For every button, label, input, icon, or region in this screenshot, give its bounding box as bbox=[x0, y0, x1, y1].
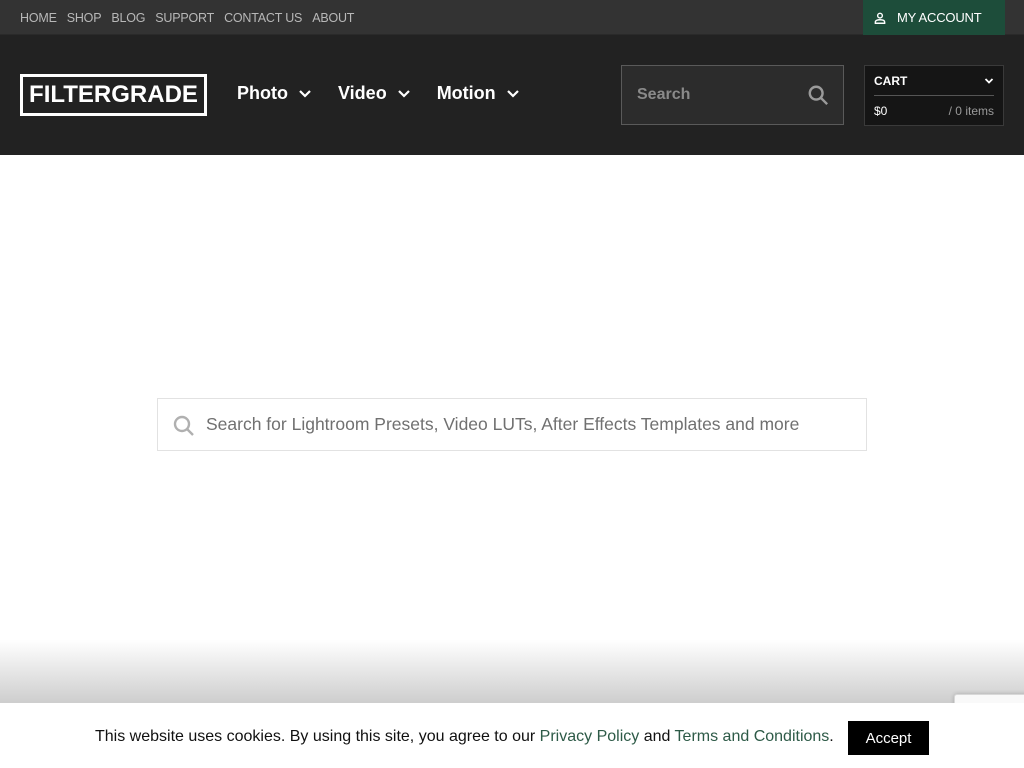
banner-shadow bbox=[0, 640, 1024, 703]
header-search-input[interactable] bbox=[622, 66, 792, 124]
filtergrade-logo[interactable]: FILTERGRADE bbox=[20, 74, 207, 116]
cookie-message: This website uses cookies. By using this… bbox=[95, 728, 834, 746]
main-header: FILTERGRADE Photo Video Motion CART $0 /… bbox=[0, 35, 1024, 155]
my-account-label: MY ACCOUNT bbox=[897, 10, 982, 25]
cart-total: $0 bbox=[874, 103, 888, 118]
nav-motion[interactable]: Motion bbox=[437, 83, 520, 104]
main-search-box bbox=[157, 398, 867, 451]
search-icon[interactable] bbox=[807, 84, 829, 106]
chevron-down-icon bbox=[397, 89, 410, 98]
my-account-button[interactable]: MY ACCOUNT bbox=[863, 0, 1005, 35]
cart-summary: $0 / 0 items bbox=[874, 96, 994, 125]
user-icon bbox=[874, 12, 886, 24]
cookie-text-after: . bbox=[829, 728, 834, 745]
cookie-text-before: This website uses cookies. By using this… bbox=[95, 728, 540, 745]
chevron-down-icon bbox=[299, 89, 311, 98]
top-links: HOME SHOP BLOG SUPPORT CONTACT US ABOUT bbox=[20, 0, 354, 35]
top-link-home[interactable]: HOME bbox=[20, 11, 57, 25]
accept-cookies-button[interactable]: Accept bbox=[848, 721, 929, 755]
top-link-blog[interactable]: BLOG bbox=[111, 11, 145, 25]
nav-motion-label: Motion bbox=[436, 83, 496, 103]
top-link-about[interactable]: ABOUT bbox=[312, 11, 354, 25]
top-link-support[interactable]: SUPPORT bbox=[155, 11, 214, 25]
chevron-down-icon bbox=[506, 89, 519, 98]
cookie-banner: This website uses cookies. By using this… bbox=[0, 703, 1024, 768]
cart-item-count: / 0 items bbox=[948, 103, 994, 118]
nav-photo[interactable]: Photo bbox=[237, 83, 312, 104]
terms-link[interactable]: Terms and Conditions bbox=[675, 728, 830, 745]
nav-video-label: Video bbox=[338, 83, 387, 103]
top-bar: HOME SHOP BLOG SUPPORT CONTACT US ABOUT … bbox=[0, 0, 1024, 35]
privacy-policy-link[interactable]: Privacy Policy bbox=[540, 728, 640, 745]
header-search bbox=[621, 65, 844, 125]
chevron-down-icon[interactable] bbox=[984, 76, 994, 86]
main-nav: Photo Video Motion bbox=[237, 83, 520, 104]
search-icon bbox=[173, 415, 194, 436]
top-link-contact-us[interactable]: CONTACT US bbox=[224, 11, 302, 25]
cart-label: CART bbox=[874, 73, 908, 88]
cookie-text-mid: and bbox=[639, 728, 675, 745]
main-search-input[interactable] bbox=[206, 399, 856, 450]
cart-header: CART bbox=[874, 66, 994, 96]
cart-widget[interactable]: CART $0 / 0 items bbox=[864, 65, 1004, 126]
top-link-shop[interactable]: SHOP bbox=[67, 11, 102, 25]
nav-photo-label: Photo bbox=[237, 83, 288, 103]
nav-video[interactable]: Video bbox=[338, 83, 411, 104]
